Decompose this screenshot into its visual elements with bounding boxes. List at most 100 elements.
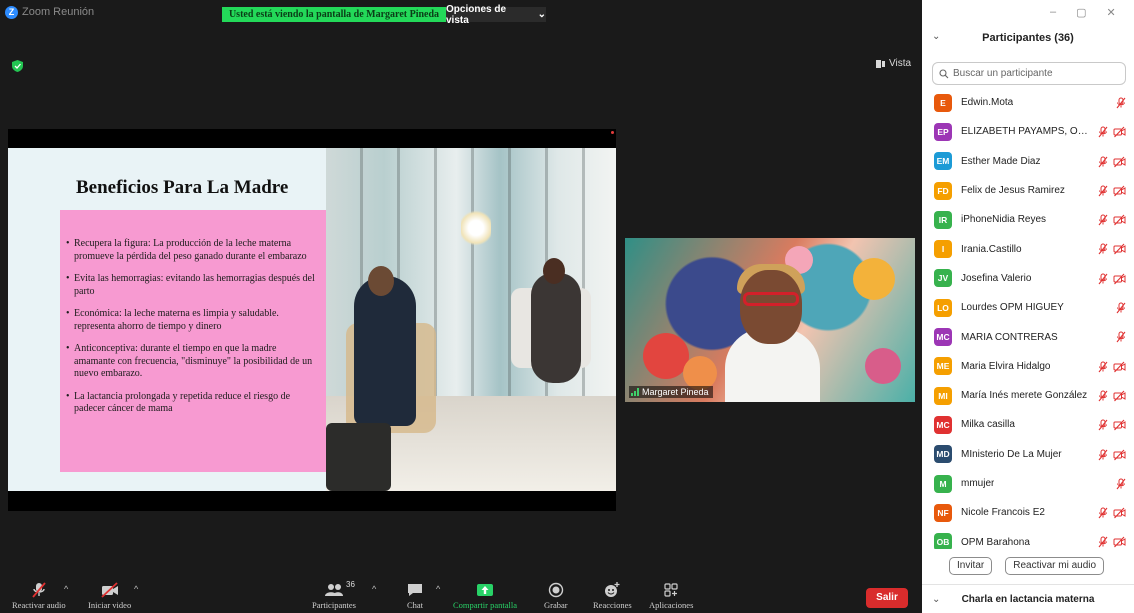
participant-row[interactable]: MC Milka casilla: [922, 410, 1134, 439]
reactions-label: Reacciones: [593, 600, 632, 610]
avatar: M: [934, 474, 952, 493]
security-shield-icon[interactable]: [12, 60, 23, 72]
avatar: ME: [934, 357, 952, 376]
minimize-icon[interactable]: –: [1050, 6, 1056, 19]
participant-row[interactable]: ME Maria Elvira Hidalgo: [922, 352, 1134, 381]
grid-view-icon: [876, 59, 885, 68]
presentation-slide: Beneficios Para La Madre Recupera la fig…: [8, 148, 616, 491]
slide-bullet: Anticonceptiva: durante el tiempo en que…: [66, 343, 319, 381]
chat-button[interactable]: Chat: [406, 582, 424, 610]
participant-search-input[interactable]: Buscar un participante: [932, 62, 1126, 85]
mic-muted-icon: [1115, 330, 1127, 348]
share-screen-label: Compartir pantalla: [453, 600, 517, 610]
mic-muted-icon: [1115, 301, 1127, 319]
chat-options-caret[interactable]: ^: [436, 584, 440, 594]
unmute-label: Reactivar audio: [12, 600, 66, 610]
participant-row[interactable]: MC MARIA CONTRERAS: [922, 322, 1134, 351]
camera-off-icon: [1113, 535, 1126, 549]
participant-row[interactable]: JV Josefina Valerio: [922, 264, 1134, 293]
participant-name: Lourdes OPM HIGUEY: [961, 302, 1064, 314]
participant-row[interactable]: EM Esther Made Diaz: [922, 147, 1134, 176]
unmute-me-button[interactable]: Reactivar mi audio: [1005, 557, 1105, 575]
participant-row[interactable]: E Edwin.Mota: [922, 88, 1134, 117]
vista-button[interactable]: Vista: [876, 58, 911, 69]
chat-bubble-icon: [408, 584, 422, 596]
slide-bullet-box: Recupera la figura: La producción de la …: [60, 210, 327, 472]
apps-icon: [664, 583, 678, 597]
camera-off-icon: [1113, 360, 1126, 378]
avatar: EM: [934, 152, 952, 171]
slide-bullet-list: Recupera la figura: La producción de la …: [66, 238, 319, 416]
participant-row[interactable]: NF Nicole Francois E2: [922, 498, 1134, 527]
participant-row[interactable]: EP ELIZABETH PAYAMPS, OMM AL...: [922, 117, 1134, 146]
reactions-button[interactable]: Reacciones: [593, 582, 632, 610]
view-options-label: Opciones de vista: [446, 3, 507, 26]
restore-icon[interactable]: ▢: [1076, 6, 1086, 19]
mic-muted-icon: [1097, 242, 1109, 260]
apps-button[interactable]: Aplicaciones: [649, 582, 693, 610]
camera-off-icon: [1113, 155, 1126, 173]
participant-row[interactable]: MI María Inés merete González: [922, 381, 1134, 410]
mic-muted-icon: [1097, 418, 1109, 436]
smiley-plus-icon: [605, 582, 620, 597]
avatar: EP: [934, 122, 952, 141]
participant-row[interactable]: MD MInisterio De La Mujer: [922, 440, 1134, 469]
view-options-button[interactable]: Opciones de vista ⌄: [446, 4, 546, 26]
mic-muted-icon: [1097, 506, 1109, 524]
speaker-name-tag: Margaret Pineda: [629, 386, 713, 398]
start-video-label: Iniciar video: [88, 600, 132, 610]
audio-options-caret[interactable]: ^: [64, 584, 68, 594]
apps-label: Aplicaciones: [649, 600, 694, 610]
participant-name: María Inés merete González: [961, 390, 1088, 402]
shared-screen: Beneficios Para La Madre Recupera la fig…: [8, 129, 616, 511]
participant-name: ELIZABETH PAYAMPS, OMM AL...: [961, 126, 1093, 138]
share-screen-button[interactable]: Compartir pantalla: [453, 582, 517, 610]
participant-name: Esther Made Diaz: [961, 155, 1041, 167]
mic-muted-icon: [1097, 389, 1109, 407]
start-video-button[interactable]: Iniciar video: [88, 582, 131, 610]
participant-row[interactable]: OB OPM Barahona: [922, 527, 1134, 549]
unmute-button[interactable]: Reactivar audio: [12, 582, 66, 610]
search-icon: [939, 68, 949, 78]
participants-panel: – ▢ ✕ ⌄ Participantes (36) Buscar un par…: [922, 0, 1134, 613]
avatar: OB: [934, 533, 952, 549]
avatar: MC: [934, 415, 952, 434]
slide-bullet: Evita las hemorragias: evitando las hemo…: [66, 273, 319, 298]
speaker-video-tile[interactable]: Margaret Pineda: [625, 238, 915, 402]
participant-row[interactable]: FD Felix de Jesus Ramirez: [922, 176, 1134, 205]
participant-row[interactable]: Mmmujer: [922, 469, 1134, 498]
avatar: LO: [934, 298, 952, 317]
panel-actions: Invitar Reactivar mi audio: [949, 557, 1105, 575]
record-label: Grabar: [544, 600, 568, 610]
participants-options-caret[interactable]: ^: [372, 584, 376, 594]
participant-row[interactable]: I Irania.Castillo: [922, 234, 1134, 263]
participants-label: Participantes: [312, 600, 356, 610]
record-button[interactable]: Grabar: [544, 582, 568, 610]
leave-button[interactable]: Salir: [866, 588, 908, 608]
avatar: NF: [934, 503, 952, 522]
video-options-caret[interactable]: ^: [134, 584, 138, 594]
avatar: MC: [934, 328, 952, 347]
participant-row[interactable]: LO Lourdes OPM HIGUEY: [922, 293, 1134, 322]
avatar: E: [934, 93, 952, 112]
camera-off-icon: [1113, 389, 1126, 407]
zoom-window: Z Zoom Reunión Usted está viendo la pant…: [0, 0, 1134, 613]
participant-row[interactable]: IR iPhoneNidia Reyes: [922, 205, 1134, 234]
invite-button[interactable]: Invitar: [949, 557, 993, 575]
camera-off-icon: [100, 582, 118, 598]
avatar: I: [934, 240, 952, 259]
close-icon[interactable]: ✕: [1107, 6, 1116, 19]
recording-dot: [611, 131, 614, 134]
participant-name: Maria Elvira Hidalgo: [961, 360, 1051, 372]
mic-muted-icon: [1097, 125, 1109, 143]
camera-off-icon: [1113, 213, 1126, 231]
orchid-plant: [461, 208, 491, 248]
slide-bullet: La lactancia prolongada y repetida reduc…: [66, 391, 319, 416]
participant-name: iPhoneNidia Reyes: [961, 214, 1047, 226]
slide-photo: [326, 148, 616, 491]
participant-name: MInisterio De La Mujer: [961, 448, 1062, 460]
share-screen-icon: [476, 584, 493, 596]
participant-list: E Edwin.Mota EP ELIZABETH PAYAMPS, OMM AL..…: [922, 88, 1134, 549]
signal-bars-icon: [631, 388, 639, 396]
vista-label: Vista: [889, 58, 912, 69]
